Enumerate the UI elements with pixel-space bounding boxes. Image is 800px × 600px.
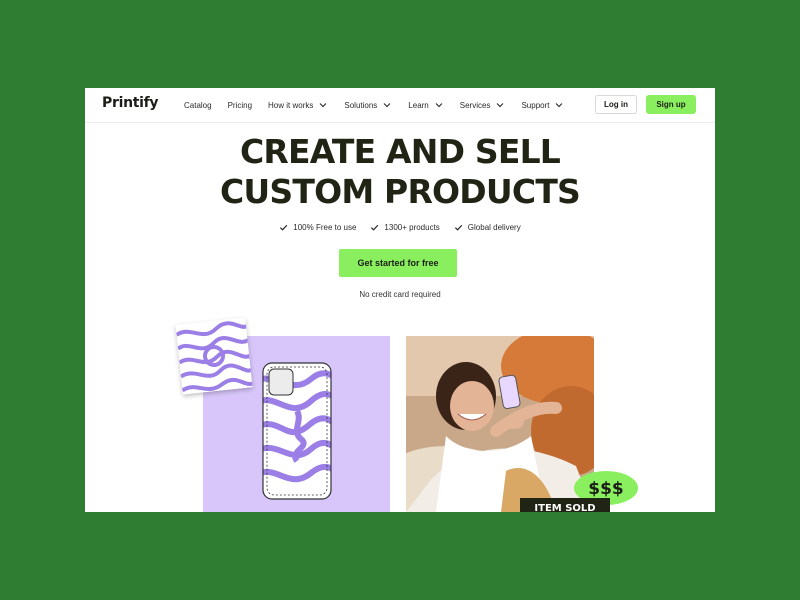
- nav-item-support[interactable]: Support: [521, 100, 564, 110]
- nav-item-learn[interactable]: Learn: [408, 100, 443, 110]
- nav-item-label: Pricing: [227, 100, 253, 110]
- top-navigation: Printify Catalog Pricing How it works So…: [85, 88, 715, 123]
- nav-item-label: How it works: [268, 100, 314, 110]
- nav-item-label: Solutions: [344, 100, 378, 110]
- nav-item-solutions[interactable]: Solutions: [344, 100, 392, 110]
- nav-item-pricing[interactable]: Pricing: [228, 101, 252, 110]
- phone-case-mockup: [262, 362, 332, 500]
- headline-line-1: CREATE AND SELL: [239, 132, 561, 171]
- item-sold-badge: ITEM SOLD: [520, 498, 610, 512]
- nav-item-label: Catalog: [184, 100, 212, 110]
- chevron-down-icon: [497, 103, 504, 108]
- nav-item-catalog[interactable]: Catalog: [184, 101, 212, 110]
- nav-item-label: Services: [459, 100, 491, 110]
- customer-lifestyle-photo: [406, 336, 594, 512]
- feature-item: Global delivery: [454, 223, 521, 232]
- sticker-text: $$$: [588, 479, 624, 499]
- nav-item-label: Learn: [408, 100, 429, 110]
- feature-label: 1300+ products: [384, 223, 440, 232]
- nav-item-how-it-works[interactable]: How it works: [268, 100, 328, 110]
- chevron-down-icon: [556, 103, 563, 108]
- check-icon: [371, 224, 379, 231]
- nav-links: Catalog Pricing How it works Solutions L…: [184, 88, 580, 122]
- chevron-down-icon: [319, 103, 327, 108]
- get-started-button[interactable]: Get started for free: [339, 249, 457, 277]
- pattern-swatch: [175, 317, 253, 395]
- nav-item-label: Support: [521, 100, 550, 110]
- no-credit-card-note: No credit card required: [359, 290, 441, 299]
- browser-viewport: Printify Catalog Pricing How it works So…: [85, 88, 715, 512]
- signup-button[interactable]: Sign up: [646, 95, 696, 114]
- check-icon: [280, 224, 288, 231]
- feature-list: 100% Free to use 1300+ products Global d…: [85, 223, 715, 232]
- nav-item-services[interactable]: Services: [460, 100, 506, 110]
- chevron-down-icon: [383, 103, 391, 108]
- feature-item: 1300+ products: [370, 223, 440, 232]
- feature-label: 100% Free to use: [293, 223, 357, 232]
- chevron-down-icon: [435, 103, 443, 108]
- feature-item: 100% Free to use: [279, 223, 356, 232]
- hero-headline: CREATE AND SELL CUSTOM PRODUCTS: [85, 132, 715, 212]
- printify-logo[interactable]: Printify: [102, 95, 159, 111]
- login-button[interactable]: Log in: [595, 95, 637, 114]
- feature-label: Global delivery: [467, 223, 521, 232]
- check-icon: [454, 224, 463, 231]
- headline-line-2: CUSTOM PRODUCTS: [219, 172, 581, 211]
